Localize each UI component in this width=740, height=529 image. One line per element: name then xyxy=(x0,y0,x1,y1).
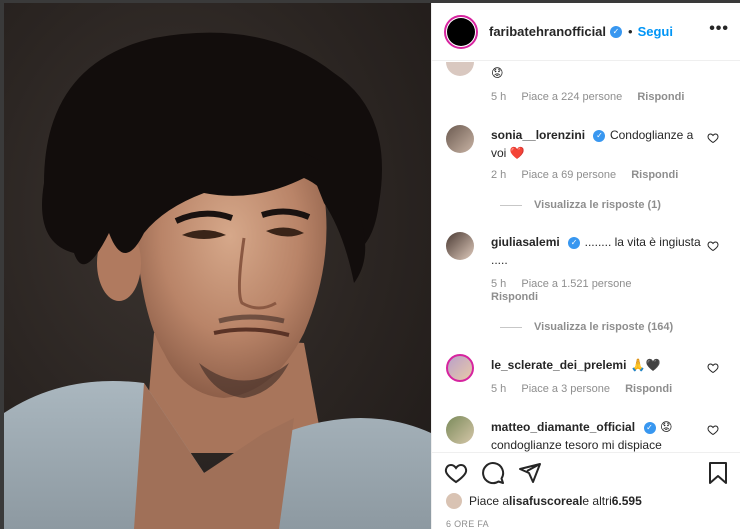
share-icon[interactable] xyxy=(518,461,542,485)
more-options-icon[interactable]: ••• xyxy=(709,21,729,37)
comment-meta: 5 h Piace a 3 persone Rispondi xyxy=(491,383,684,395)
like-comment-heart-icon[interactable] xyxy=(707,424,719,436)
liker-avatar[interactable] xyxy=(446,493,462,509)
view-replies-button[interactable]: Visualizza le risposte (164) xyxy=(500,321,673,333)
verified-badge-icon: ✓ xyxy=(593,130,606,142)
comments-list[interactable]: 😟 5 h Piace a 224 persone Rispondi sonia… xyxy=(432,62,740,452)
post-side-panel: faribatehranofficial ✓ • Segui ••• 😟 5 h… xyxy=(431,3,740,529)
comment-avatar[interactable] xyxy=(446,354,474,382)
verified-badge-icon: ✓ xyxy=(610,25,623,38)
comment-username[interactable]: le_sclerate_dei_prelemi xyxy=(491,358,626,372)
heart-icon[interactable] xyxy=(444,461,468,485)
follow-button[interactable]: Segui xyxy=(638,24,673,39)
comment-likes[interactable]: Piace a 1.521 persone xyxy=(521,278,631,290)
view-replies-button[interactable]: Visualizza le risposte (1) xyxy=(500,199,661,211)
comment-username[interactable]: matteo_diamante_official xyxy=(491,420,635,434)
like-comment-heart-icon[interactable] xyxy=(707,362,719,374)
comment-body: le_sclerate_dei_prelemi 🙏🖤 xyxy=(491,356,711,374)
comment-meta: 5 h Piace a 1.521 persone xyxy=(491,278,643,290)
post-actions-bar xyxy=(432,452,740,490)
comment-username[interactable]: giuliasalemi xyxy=(491,235,560,249)
likes-prefix: Piace a xyxy=(469,494,510,508)
likes-mid: e altri xyxy=(582,494,612,508)
comment-body: 😟 xyxy=(491,64,711,82)
comment-avatar[interactable] xyxy=(446,62,474,76)
replies-divider-line xyxy=(500,204,522,206)
comment-avatar[interactable] xyxy=(446,416,474,444)
reply-button[interactable]: Rispondi xyxy=(637,91,684,103)
verified-badge-icon: ✓ xyxy=(568,237,581,249)
portrait-illustration xyxy=(4,32,431,529)
verified-badge-icon: ✓ xyxy=(643,422,656,434)
comment-avatar[interactable] xyxy=(446,125,474,153)
comment-likes[interactable]: Piace a 3 persone xyxy=(521,383,610,395)
reply-button[interactable]: Rispondi xyxy=(625,383,672,395)
comment-text: 🙏🖤 xyxy=(630,358,661,372)
comment-time: 5 h xyxy=(491,278,507,290)
post-header: faribatehranofficial ✓ • Segui ••• xyxy=(432,3,740,61)
separator-dot: • xyxy=(628,24,633,39)
likes-count[interactable]: 6.595 xyxy=(612,494,642,508)
comment-avatar[interactable] xyxy=(446,232,474,260)
comment-icon[interactable] xyxy=(481,461,505,485)
comment-likes[interactable]: Piace a 69 persone xyxy=(521,169,616,181)
liker-username[interactable]: lisafuscoreal xyxy=(509,494,582,508)
author-avatar-image xyxy=(447,17,475,46)
bookmark-icon[interactable] xyxy=(707,461,729,485)
view-replies-label: Visualizza le risposte (1) xyxy=(534,199,661,211)
comment-body: matteo_diamante_official ✓ 😟 condoglianz… xyxy=(491,418,711,452)
comment-time: 5 h xyxy=(491,91,507,103)
author-username[interactable]: faribatehranofficial xyxy=(489,24,606,39)
comment-time: 5 h xyxy=(491,383,507,395)
comment-username[interactable]: sonia__lorenzini xyxy=(491,128,585,142)
comment-body: sonia__lorenzini ✓ Condoglianze a voi ❤️ xyxy=(491,126,711,162)
like-comment-heart-icon[interactable] xyxy=(707,132,719,144)
view-replies-label: Visualizza le risposte (164) xyxy=(534,321,674,333)
comment-text: 😟 xyxy=(491,66,504,80)
likes-summary: Piace a lisafuscoreal e altri 6.595 xyxy=(446,493,642,509)
post-timestamp[interactable]: 6 ORE FA xyxy=(446,519,489,529)
replies-divider-line xyxy=(500,326,522,328)
comment-body: giuliasalemi ✓ ........ la vita è ingius… xyxy=(491,233,711,269)
like-comment-heart-icon[interactable] xyxy=(707,240,719,252)
comment-meta: 5 h Piace a 224 persone Rispondi xyxy=(491,91,696,103)
author-avatar[interactable] xyxy=(444,14,478,49)
comment-meta: 2 h Piace a 69 persone Rispondi xyxy=(491,169,690,181)
post-photo[interactable] xyxy=(4,3,431,529)
comment-text: condoglianze tesoro mi dispiace xyxy=(491,438,662,452)
reply-button[interactable]: Rispondi xyxy=(491,291,538,303)
reply-button[interactable]: Rispondi xyxy=(631,169,678,181)
comment-text: 😟 xyxy=(659,420,673,434)
comment-likes[interactable]: Piace a 224 persone xyxy=(521,91,622,103)
comment-meta: Rispondi xyxy=(491,291,550,303)
comment-time: 2 h xyxy=(491,169,507,181)
